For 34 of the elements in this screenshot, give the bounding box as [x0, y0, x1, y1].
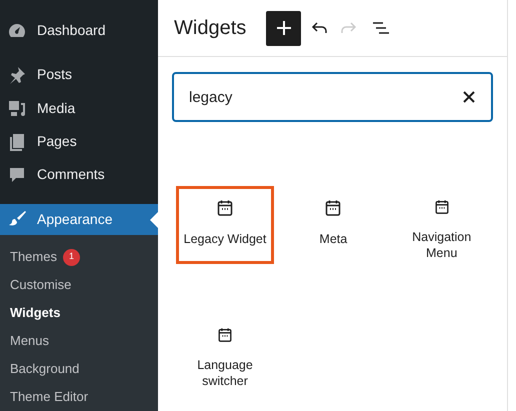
list-view-icon[interactable] — [371, 19, 392, 37]
block-item[interactable]: Legacy Widget — [176, 186, 274, 264]
block-label: Legacy Widget — [184, 231, 266, 247]
block-label: Meta — [319, 231, 348, 247]
pages-icon — [7, 132, 27, 152]
add-block-button[interactable] — [266, 10, 302, 46]
update-count: 1 — [62, 248, 80, 266]
media-icon — [7, 98, 27, 118]
submenu-item[interactable]: Menus — [0, 327, 158, 355]
plus-icon — [276, 20, 292, 36]
menu-item[interactable]: Posts — [0, 58, 158, 92]
submenu-item[interactable]: Customise — [0, 271, 158, 299]
submenu-item[interactable]: Themes 1 — [0, 243, 158, 271]
menu-item[interactable]: Dashboard — [0, 14, 158, 48]
block-item[interactable]: Meta — [284, 186, 382, 264]
calendar-icon — [216, 327, 234, 343]
menu-item[interactable]: Appearance — [0, 204, 158, 235]
close-icon[interactable] — [463, 91, 475, 103]
menu-item[interactable]: Pages — [0, 124, 158, 158]
pushpin-icon — [7, 64, 27, 85]
submenu-item[interactable]: Background — [0, 355, 158, 383]
search-field[interactable]: legacy — [172, 72, 493, 122]
menu-item[interactable]: Media — [0, 92, 158, 125]
block-label: Language switcher — [196, 357, 254, 389]
submenu-item[interactable]: Theme Editor — [0, 383, 158, 411]
calendar-icon — [432, 199, 451, 215]
block-item[interactable]: Navigation Menu — [392, 186, 491, 264]
block-label: Navigation Menu — [411, 229, 472, 261]
menu-item[interactable]: Comments — [0, 158, 158, 192]
calendar-icon — [216, 199, 234, 217]
calendar-icon — [324, 199, 342, 217]
page-title: Widgets — [174, 16, 246, 41]
submenu-item[interactable]: Widgets — [0, 299, 158, 327]
block-item[interactable]: Language switcher — [176, 314, 274, 392]
